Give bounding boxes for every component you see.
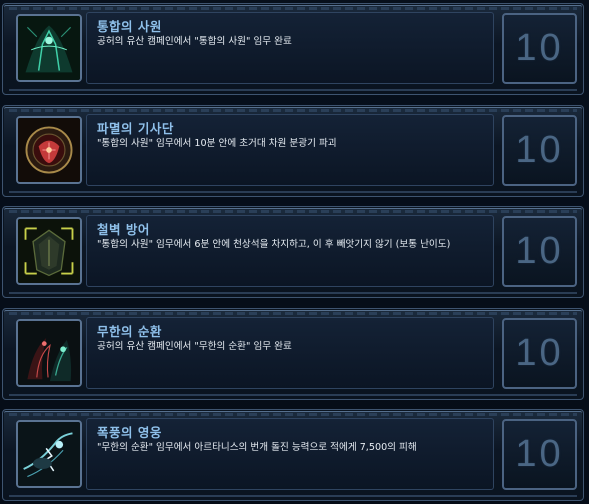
achievement-points: 10 [515, 129, 564, 171]
achievement-card[interactable]: 파멸의 기사단 "통합의 사원" 임무에서 10분 안에 초거대 차원 분광기 … [2, 105, 584, 197]
achievement-card[interactable]: 폭풍의 영웅 "무한의 순환" 임무에서 아르타니스의 번개 돌진 능력으로 적… [2, 409, 584, 501]
achievement-title: 폭풍의 영웅 [97, 425, 162, 440]
achievement-text-panel: 무한의 순환 공허의 유산 캠페인에서 "무한의 순환" 임무 완료 [86, 317, 494, 389]
achievement-points-box: 10 [502, 13, 577, 84]
achievement-description: "무한의 순환" 임무에서 아르타니스의 번개 돌진 능력으로 적에게 7,50… [97, 442, 417, 453]
achievement-points-box: 10 [502, 419, 577, 490]
achievement-description: 공허의 유산 캠페인에서 "통합의 사원" 임무 완료 [97, 36, 292, 47]
achievement-points-box: 10 [502, 115, 577, 186]
achievement-card[interactable]: 무한의 순환 공허의 유산 캠페인에서 "무한의 순환" 임무 완료 10 [2, 308, 584, 400]
achievement-text-panel: 파멸의 기사단 "통합의 사원" 임무에서 10분 안에 초거대 차원 분광기 … [86, 114, 494, 186]
shield-crystal-icon [16, 217, 82, 285]
achievement-points-box: 10 [502, 216, 577, 287]
temple-warrior-icon [16, 14, 82, 82]
knight-emblem-icon [16, 116, 82, 184]
achievement-text-panel: 철벽 방어 "통합의 사원" 임무에서 6분 안에 천상석을 차지하고, 이 후… [86, 215, 494, 287]
achievement-title: 무한의 순환 [97, 324, 162, 339]
achievement-description: "통합의 사원" 임무에서 6분 안에 천상석을 차지하고, 이 후 빼앗기지 … [97, 239, 451, 250]
achievement-text-panel: 폭풍의 영웅 "무한의 순환" 임무에서 아르타니스의 번개 돌진 능력으로 적… [86, 418, 494, 490]
achievement-points: 10 [515, 332, 564, 374]
achievement-points: 10 [515, 27, 564, 69]
achievement-text-panel: 통합의 사원 공허의 유산 캠페인에서 "통합의 사원" 임무 완료 [86, 12, 494, 84]
dark-archon-icon [16, 319, 82, 387]
achievement-points-box: 10 [502, 318, 577, 389]
achievement-description: 공허의 유산 캠페인에서 "무한의 순환" 임무 완료 [97, 341, 292, 352]
achievement-title: 통합의 사원 [97, 19, 162, 34]
achievement-list: 통합의 사원 공허의 유산 캠페인에서 "통합의 사원" 임무 완료 10 파멸… [0, 0, 589, 504]
achievement-title: 철벽 방어 [97, 222, 150, 237]
achievement-description: "통합의 사원" 임무에서 10분 안에 초거대 차원 분광기 파괴 [97, 138, 337, 149]
achievement-card[interactable]: 통합의 사원 공허의 유산 캠페인에서 "통합의 사원" 임무 완료 10 [2, 3, 584, 95]
achievement-title: 파멸의 기사단 [97, 121, 174, 136]
achievement-points: 10 [515, 433, 564, 475]
achievement-card[interactable]: 철벽 방어 "통합의 사원" 임무에서 6분 안에 천상석을 차지하고, 이 후… [2, 206, 584, 298]
achievement-points: 10 [515, 230, 564, 272]
lightning-hero-icon [16, 420, 82, 488]
